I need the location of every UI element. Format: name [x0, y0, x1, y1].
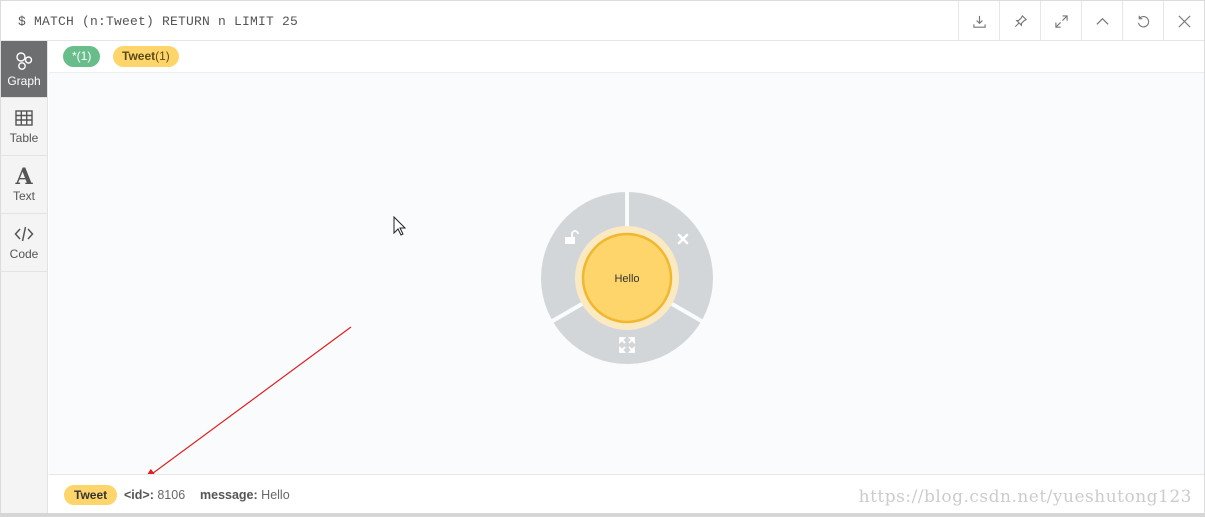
watermark-text: https://blog.csdn.net/yueshutong123	[858, 487, 1192, 507]
download-button[interactable]	[958, 1, 999, 41]
property-message-key: message:	[200, 488, 258, 502]
table-icon	[15, 110, 33, 126]
label-bar: *(1) Tweet(1)	[49, 41, 1204, 73]
sidebar-item-graph[interactable]: Graph	[1, 41, 47, 98]
text-icon: A	[15, 163, 33, 190]
sidebar-item-label: Text	[12, 188, 35, 203]
property-id-key: <id>:	[124, 488, 154, 502]
view-sidebar: Graph Table A Text Code	[1, 41, 48, 516]
sidebar-item-label: Graph	[7, 73, 41, 88]
fullscreen-button[interactable]	[1040, 1, 1081, 41]
close-icon	[1177, 14, 1191, 28]
pin-button[interactable]	[999, 1, 1040, 41]
graph-icon	[16, 51, 33, 70]
property-id: <id>: 8106	[124, 488, 185, 502]
sidebar-item-label: Table	[9, 131, 39, 145]
chevron-up-icon	[1095, 17, 1109, 25]
property-message-value: Hello	[261, 488, 290, 502]
result-frame: $ MATCH (n:Tweet) RETURN n LIMIT 25 Grap…	[0, 0, 1205, 517]
mouse-cursor-icon	[393, 215, 407, 236]
refresh-icon	[1137, 15, 1149, 27]
property-id-value: 8106	[157, 488, 186, 502]
sidebar-item-label: Code	[9, 247, 39, 261]
annotation-arrow	[144, 326, 352, 474]
download-icon	[972, 15, 986, 28]
rerun-button[interactable]	[1122, 1, 1163, 41]
sidebar-item-table[interactable]: Table	[1, 98, 47, 156]
graph-svg: Hello	[144, 192, 713, 474]
frame-toolbar	[958, 1, 1204, 41]
pin-icon	[1014, 14, 1027, 27]
query-text[interactable]: $ MATCH (n:Tweet) RETURN n LIMIT 25	[18, 14, 298, 29]
bottom-border	[0, 513, 1205, 517]
label-tweet-name: Tweet	[122, 49, 156, 63]
label-tweet-pill[interactable]: Tweet(1)	[113, 46, 179, 67]
collapse-button[interactable]	[1081, 1, 1122, 41]
close-button[interactable]	[1163, 1, 1204, 41]
graph-canvas[interactable]: Hello	[49, 73, 1204, 474]
node-caption: Hello	[614, 273, 639, 285]
label-all-pill[interactable]: *(1)	[63, 46, 101, 67]
inspector-label-pill[interactable]: Tweet	[64, 485, 118, 505]
frame-header: $ MATCH (n:Tweet) RETURN n LIMIT 25	[1, 1, 1204, 41]
sidebar-item-code[interactable]: Code	[1, 214, 47, 272]
node-action-ring: Hello	[541, 192, 713, 364]
code-icon	[14, 226, 34, 242]
expand-icon	[1054, 14, 1068, 28]
sidebar-item-text[interactable]: A Text	[1, 156, 47, 214]
label-tweet-count: (1)	[155, 49, 170, 63]
property-message: message: Hello	[200, 488, 290, 502]
